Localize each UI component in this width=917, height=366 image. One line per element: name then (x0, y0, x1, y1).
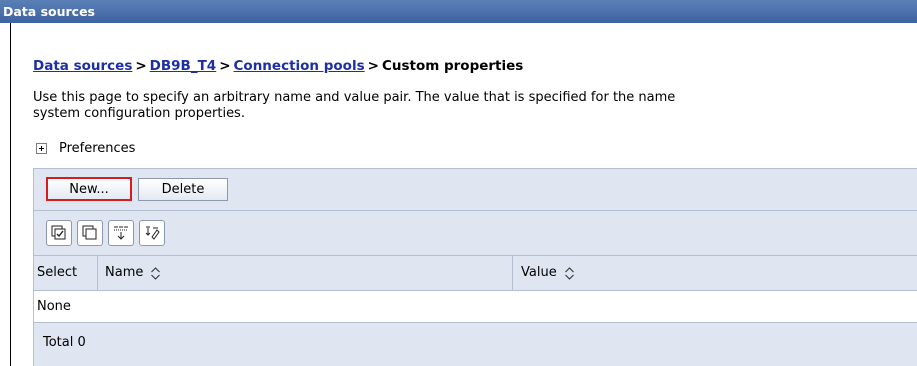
window-title-bar: Data sources (0, 0, 917, 23)
preferences-toggle[interactable]: Preferences (33, 141, 135, 156)
sort-icon[interactable] (150, 266, 161, 280)
button-toolbar: New... Delete (34, 168, 917, 210)
column-divider (97, 256, 98, 290)
breadcrumb-link-db9b-t4[interactable]: DB9B_T4 (150, 58, 217, 74)
breadcrumb-separator: > (135, 58, 147, 74)
description-line: Use this page to specify an arbitrary na… (33, 90, 676, 105)
show-filter-icon[interactable] (108, 220, 134, 246)
plus-expand-icon[interactable] (36, 143, 47, 154)
breadcrumb: Data sources > DB9B_T4 > Connection pools > Cu… (33, 58, 523, 74)
breadcrumb-separator: > (219, 58, 231, 74)
column-header-select: Select (37, 265, 78, 280)
new-button[interactable]: New... (46, 177, 132, 201)
delete-button[interactable]: Delete (138, 178, 228, 201)
preferences-label: Preferences (59, 141, 136, 156)
sort-icon[interactable] (564, 266, 575, 280)
custom-properties-table: New... Delete Select Name Value None Tot… (33, 168, 917, 366)
table-header-row: Select Name Value (34, 255, 917, 290)
column-divider (512, 256, 513, 290)
breadcrumb-current: Custom properties (381, 58, 524, 74)
clear-filter-icon[interactable] (139, 220, 165, 246)
select-all-icon[interactable] (46, 220, 72, 246)
column-header-name-label: Name (105, 265, 144, 280)
window-title: Data sources (3, 4, 95, 19)
table-empty-row: None (34, 290, 917, 322)
icon-toolbar (34, 210, 917, 255)
column-header-name[interactable]: Name (105, 256, 161, 290)
description-line: system configuration properties. (33, 106, 245, 121)
column-header-value[interactable]: Value (521, 256, 575, 290)
frame-border (10, 23, 11, 366)
breadcrumb-link-data-sources[interactable]: Data sources (33, 58, 132, 74)
breadcrumb-link-connection-pools[interactable]: Connection pools (234, 58, 365, 74)
column-header-value-label: Value (521, 265, 557, 280)
table-total-row: Total 0 (34, 322, 917, 366)
deselect-all-icon[interactable] (77, 220, 103, 246)
breadcrumb-separator: > (367, 58, 379, 74)
page-description: Use this page to specify an arbitrary na… (33, 90, 675, 122)
